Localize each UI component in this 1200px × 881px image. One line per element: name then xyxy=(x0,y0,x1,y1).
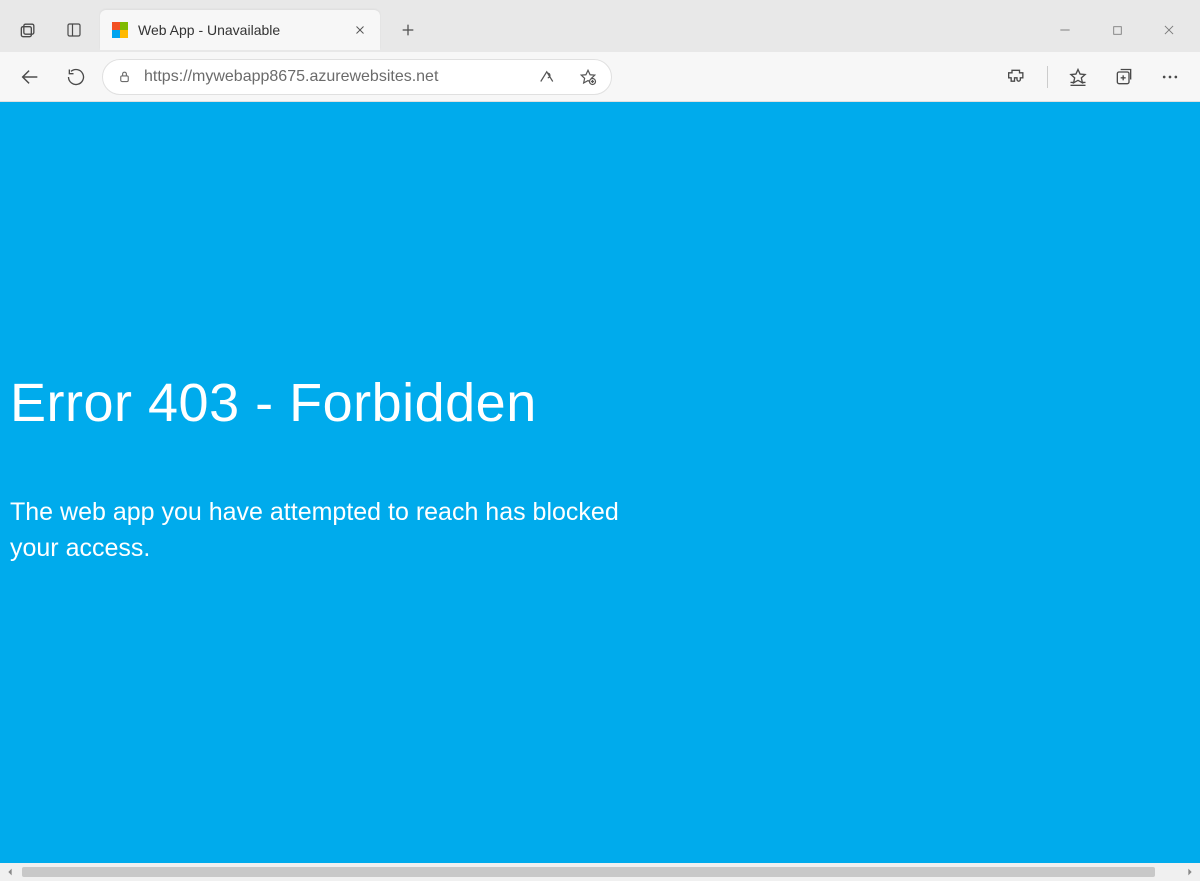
page-content: Error 403 - Forbidden The web app you ha… xyxy=(0,102,1200,863)
back-button[interactable] xyxy=(10,57,50,97)
microsoft-favicon-icon xyxy=(112,22,128,38)
tab-title: Web App - Unavailable xyxy=(138,22,340,38)
url-input[interactable] xyxy=(144,68,519,86)
tab-actions-icon[interactable] xyxy=(8,10,48,50)
favorite-icon[interactable] xyxy=(573,62,603,92)
vertical-tabs-icon[interactable] xyxy=(54,10,94,50)
new-tab-button[interactable] xyxy=(390,12,426,48)
lock-icon[interactable] xyxy=(117,69,132,84)
menu-icon[interactable] xyxy=(1150,57,1190,97)
toolbar xyxy=(0,52,1200,102)
window-maximize-button[interactable] xyxy=(1094,10,1140,50)
window-close-button[interactable] xyxy=(1146,10,1192,50)
scroll-right-arrow-icon[interactable] xyxy=(1182,864,1198,880)
read-aloud-icon[interactable] xyxy=(531,62,561,92)
error-message: The web app you have attempted to reach … xyxy=(10,494,660,567)
collections-icon[interactable] xyxy=(1104,57,1144,97)
horizontal-scrollbar[interactable] xyxy=(0,863,1200,881)
scroll-track[interactable] xyxy=(22,865,1178,879)
error-heading: Error 403 - Forbidden xyxy=(10,372,1190,434)
close-tab-button[interactable] xyxy=(350,20,370,40)
scroll-thumb[interactable] xyxy=(22,867,1155,877)
browser-tab[interactable]: Web App - Unavailable xyxy=(100,10,380,50)
favorites-icon[interactable] xyxy=(1058,57,1098,97)
toolbar-divider xyxy=(1047,66,1048,88)
refresh-button[interactable] xyxy=(56,57,96,97)
tab-strip: Web App - Unavailable xyxy=(0,0,1200,52)
window-minimize-button[interactable] xyxy=(1042,10,1088,50)
address-bar[interactable] xyxy=(102,59,612,95)
extensions-icon[interactable] xyxy=(997,57,1037,97)
scroll-left-arrow-icon[interactable] xyxy=(2,864,18,880)
